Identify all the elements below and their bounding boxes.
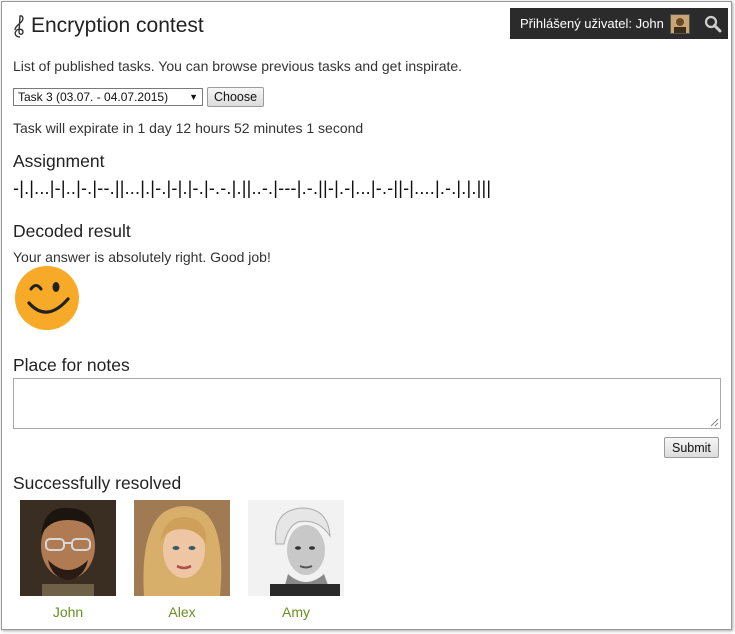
- choose-button[interactable]: Choose: [207, 87, 265, 107]
- person-name-john[interactable]: John: [20, 604, 116, 620]
- resolved-heading: Successfully resolved: [13, 473, 182, 493]
- task-select[interactable]: Task 3 (03.07. - 04.07.2015) ▼: [13, 88, 203, 106]
- person-card-amy: Amy: [248, 500, 344, 620]
- page-title: Encryption contest: [11, 14, 204, 38]
- person-card-alex: Alex: [134, 500, 230, 620]
- decoded-heading: Decoded result: [13, 221, 131, 241]
- title-text: Encryption contest: [31, 14, 204, 37]
- notes-textarea[interactable]: [13, 378, 721, 429]
- person-name-alex[interactable]: Alex: [134, 604, 230, 620]
- winking-smiley-icon: [15, 266, 79, 330]
- logged-user-label[interactable]: Přihlášený uživatel: John: [520, 16, 664, 31]
- resize-grip-icon[interactable]: [709, 417, 719, 427]
- user-bar: Přihlášený uživatel: John: [510, 8, 728, 39]
- person-card-john: John: [20, 500, 116, 620]
- notes-heading: Place for notes: [13, 355, 130, 375]
- decoded-message: Your answer is absolutely right. Good jo…: [13, 249, 271, 265]
- person-name-amy[interactable]: Amy: [248, 604, 344, 620]
- assignment-code: -|.|...|-|..|-.|--.||...|.|-.|-|.|-.|-.-…: [13, 178, 492, 198]
- page-frame: Encryption contest Přihlášený uživatel: …: [1, 1, 732, 630]
- task-chooser: Task 3 (03.07. - 04.07.2015) ▼ Choose: [13, 87, 265, 107]
- expire-text: Task will expirate in 1 day 12 hours 52 …: [13, 120, 364, 136]
- avatar-alex[interactable]: [134, 500, 230, 596]
- avatar-amy[interactable]: [248, 500, 344, 596]
- submit-button[interactable]: Submit: [664, 437, 719, 458]
- treble-clef-icon: [14, 15, 24, 38]
- avatar-john[interactable]: [20, 500, 116, 596]
- task-select-value: Task 3 (03.07. - 04.07.2015): [18, 90, 169, 104]
- search-icon[interactable]: [704, 15, 722, 33]
- intro-text: List of published tasks. You can browse …: [13, 58, 463, 74]
- dropdown-arrow-icon: ▼: [189, 92, 198, 102]
- user-avatar[interactable]: [669, 13, 690, 34]
- assignment-heading: Assignment: [13, 151, 105, 171]
